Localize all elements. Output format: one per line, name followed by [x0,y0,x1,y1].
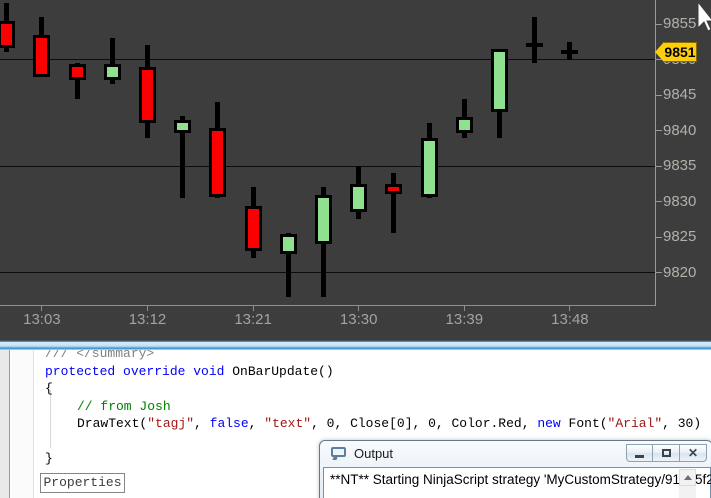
code-line: /// </summary> [45,350,155,361]
properties-region-button[interactable]: Properties [40,473,125,493]
close-button[interactable]: ✕ [680,444,707,462]
candlestick [385,184,403,194]
price-label: 9855 [663,15,697,32]
output-icon [331,447,346,460]
close-icon: ✕ [687,446,699,460]
time-axis-line [0,305,656,306]
monitor-icon [331,447,346,457]
candlestick [491,49,508,113]
time-label: 13:21 [234,311,272,328]
candle-wick [391,173,397,234]
price-label: 9830 [663,192,697,210]
candlestick-doji [561,50,579,55]
grid-line [0,165,655,167]
window-border [0,340,711,350]
code-line: protected override void OnBarUpdate() [45,363,334,379]
editor-edge-strip [0,350,10,498]
output-window: Output ✕ **NT** Starting NinjaScript str… [319,440,711,498]
price-tick [656,272,662,273]
candlestick [33,35,51,77]
price-tick [656,165,662,167]
window-buttons: ✕ [626,444,707,462]
code-line: } [45,451,53,466]
code-line: DrawText("tagj", false, "text", 0, Close… [77,416,702,431]
candlestick [455,116,473,134]
price-tick [656,23,662,25]
output-log-line: **NT** Starting NinjaScript strategy 'My… [330,472,711,487]
candlestick [244,205,262,251]
candlestick [420,138,438,198]
arrow-up-icon [683,475,692,480]
code-line: // from Josh [77,398,171,414]
price-label: 9825 [663,228,697,245]
last-price-tag-arrow-icon [655,42,664,63]
candlestick [315,194,332,244]
output-titlebar[interactable]: Output ✕ [320,441,711,467]
indent-guide [50,390,51,448]
output-scrollbar[interactable] [679,469,696,498]
scrollbar-up-button[interactable] [679,469,696,486]
time-label: 13:12 [128,311,167,328]
price-tick [656,201,662,202]
candle-wick [532,16,538,64]
grid-line [0,59,655,60]
maximize-icon [661,449,671,457]
editor-breakpoint-margin[interactable] [11,350,34,498]
candlestick [350,184,368,212]
last-price-tag-value: 9851 [664,42,697,63]
price-label: 9845 [663,86,697,103]
price-tick [656,236,662,238]
time-label: 13:48 [551,311,589,328]
price-label: 9820 [663,263,697,281]
grid-line [0,272,655,273]
minimize-icon [635,455,644,458]
candlestick-chart[interactable] [0,0,655,306]
candlestick [174,120,192,134]
time-label: 13:39 [445,311,484,328]
price-label: 9835 [663,157,697,174]
screen: 13:0313:1213:2113:3013:3913:48 985598509… [0,0,711,498]
output-window-title: Output [354,446,394,461]
maximize-button[interactable] [653,444,680,462]
output-log[interactable]: **NT** Starting NinjaScript strategy 'My… [323,467,711,498]
candlestick [103,63,121,81]
time-label: 13:03 [23,311,61,328]
price-tick [656,130,662,131]
monitor-stand-icon [332,457,338,460]
code-line: { [45,381,53,396]
candlestick [0,21,16,49]
price-label: 9840 [663,121,697,139]
price-tick [656,94,662,96]
mouse-cursor [697,2,711,32]
minimize-button[interactable] [626,444,653,462]
price-axis[interactable]: 98559850984598409835983098259820 9851 [655,0,711,340]
candlestick [209,127,227,198]
candlestick-doji [526,43,544,48]
candlestick [279,234,297,255]
candlestick [139,67,156,123]
chart-window: 13:0313:1213:2113:3013:3913:48 985598509… [0,0,711,340]
time-label: 13:30 [339,311,378,328]
candlestick [68,63,86,81]
